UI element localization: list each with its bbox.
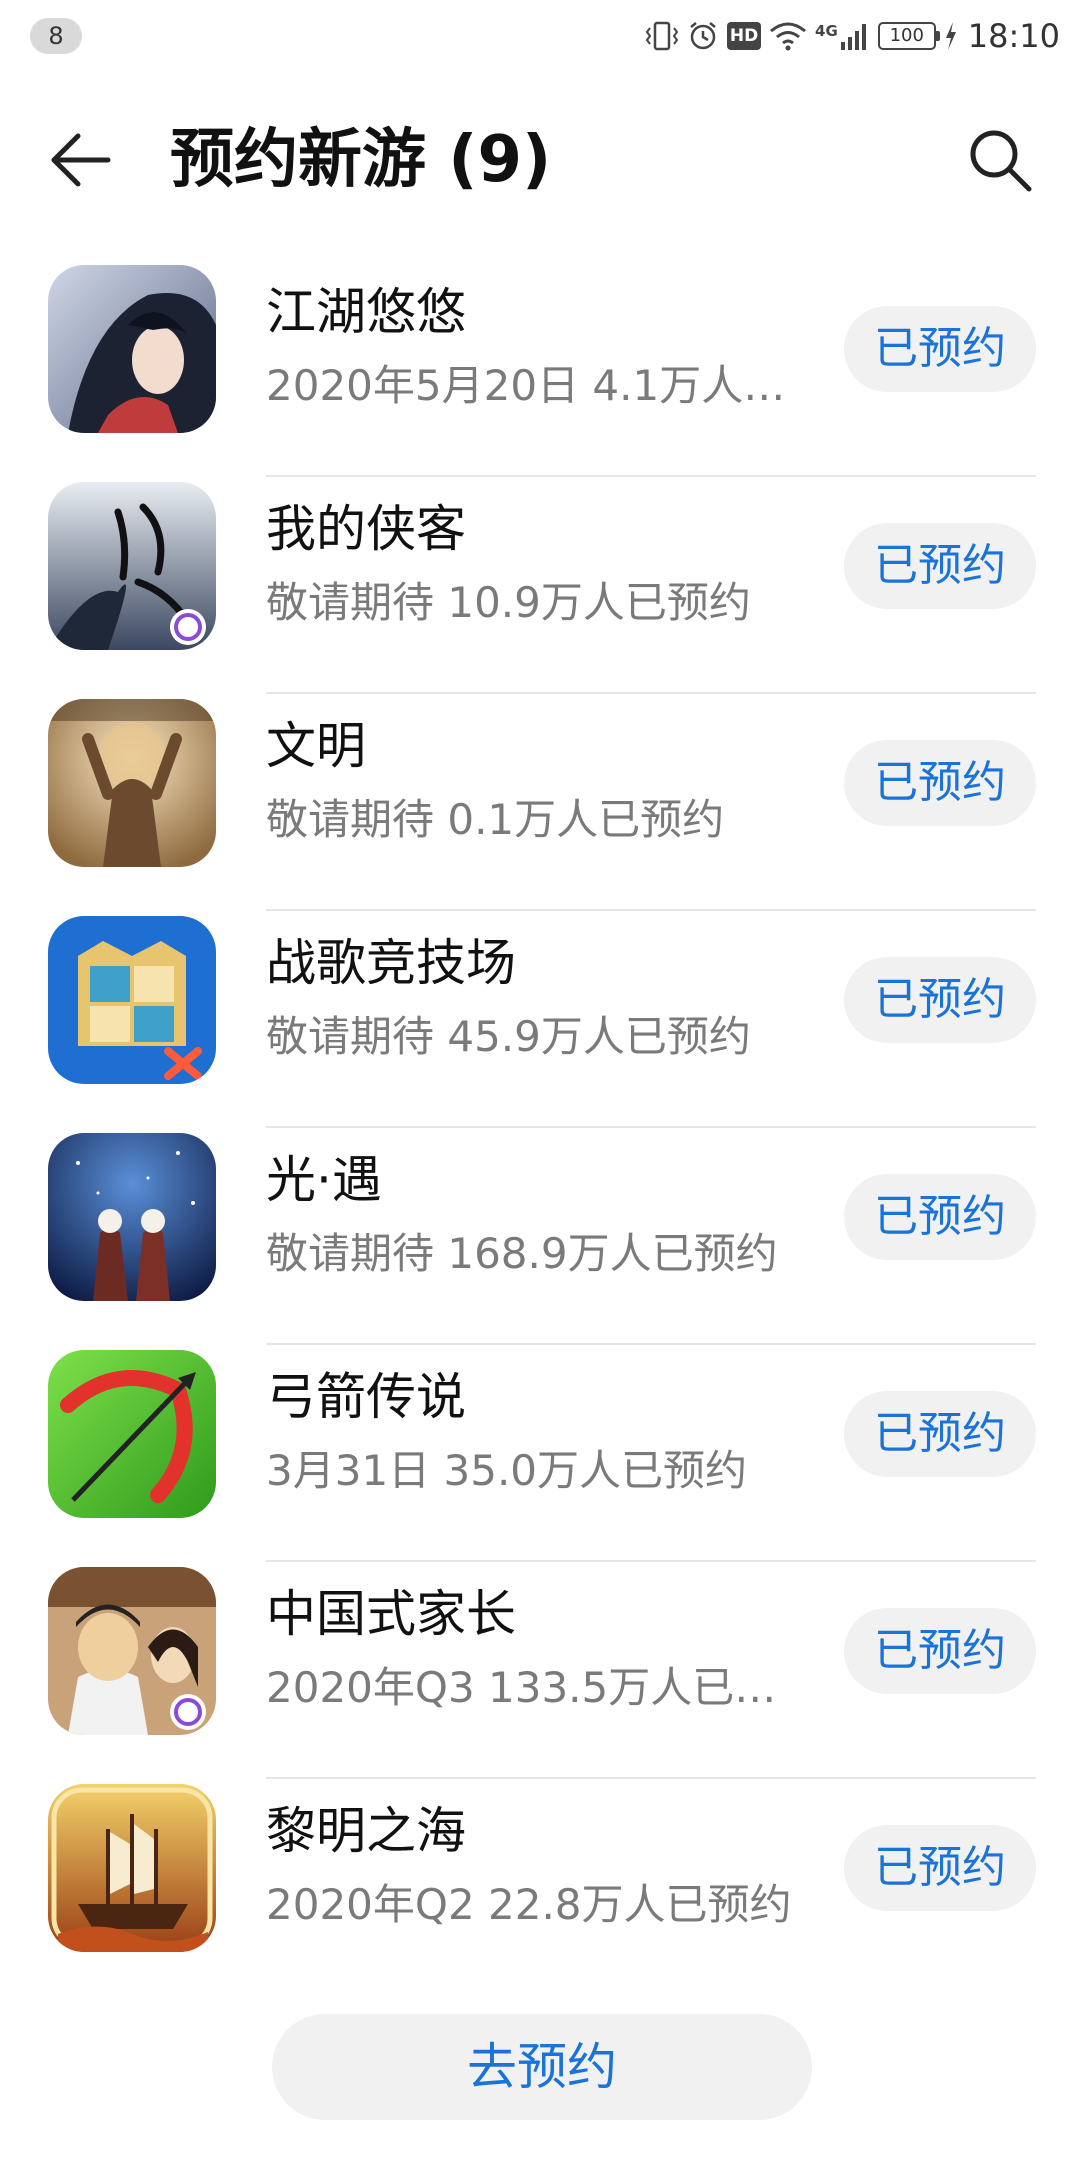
- vibrate-icon: [645, 20, 679, 52]
- zhange-jingjichang-app-icon[interactable]: [48, 916, 216, 1084]
- reserved-button[interactable]: 已预约: [844, 523, 1036, 609]
- game-meta: 敬请期待 168.9万人已预约: [266, 1229, 778, 1278]
- game-name: 光·遇: [266, 1151, 382, 1209]
- game-name: 黎明之海: [266, 1802, 466, 1860]
- wode-xiake-app-icon[interactable]: [48, 482, 216, 650]
- signal-icon: 4G: [815, 22, 870, 50]
- reserved-button[interactable]: 已预约: [844, 1608, 1036, 1694]
- game-meta: 敬请期待 0.1万人已预约: [266, 795, 725, 844]
- reserved-button[interactable]: 已预约: [844, 306, 1036, 392]
- app-root: 8 HD 4G 100 18:10 预约新游 (9) 江湖悠悠 2020年5月2…: [0, 0, 1080, 2160]
- status-time: 18:10: [967, 17, 1060, 55]
- game-list-item[interactable]: 黎明之海 2020年Q2 22.8万人已预约 已预约: [0, 1779, 1080, 1996]
- status-bar: 8 HD 4G 100 18:10: [0, 0, 1080, 72]
- game-meta: 2020年5月20日 4.1万人已预约: [266, 361, 806, 410]
- game-name: 战歌竞技场: [266, 934, 516, 992]
- reserved-button[interactable]: 已预约: [844, 957, 1036, 1043]
- wifi-icon: [769, 21, 807, 51]
- game-list-item[interactable]: 文明 敬请期待 0.1万人已预约 已预约: [0, 694, 1080, 911]
- game-list-item[interactable]: 光·遇 敬请期待 168.9万人已预约 已预约: [0, 1128, 1080, 1345]
- status-icons: HD 4G 100 18:10: [645, 12, 1060, 60]
- jianghu-youyou-app-icon[interactable]: [48, 265, 216, 433]
- game-list-item[interactable]: 中国式家长 2020年Q3 133.5万人已预约 已预约: [0, 1562, 1080, 1779]
- page-header: 预约新游 (9): [0, 90, 1080, 230]
- reserved-button[interactable]: 已预约: [844, 1825, 1036, 1911]
- reserved-button[interactable]: 已预约: [844, 740, 1036, 826]
- hd-icon: HD: [727, 22, 762, 50]
- arrow-left-icon: [51, 133, 111, 187]
- archero-app-icon[interactable]: [48, 1350, 216, 1518]
- sea-of-dawn-app-icon[interactable]: [48, 1784, 216, 1952]
- charging-icon: [944, 21, 958, 51]
- game-list-item[interactable]: 战歌竞技场 敬请期待 45.9万人已预约 已预约: [0, 911, 1080, 1128]
- game-meta: 敬请期待 10.9万人已预约: [266, 578, 751, 627]
- network-type-label: 4G: [815, 22, 838, 40]
- search-button[interactable]: [960, 120, 1040, 200]
- game-meta: 敬请期待 45.9万人已预约: [266, 1012, 751, 1061]
- game-name: 文明: [266, 717, 366, 775]
- game-list-item[interactable]: 我的侠客 敬请期待 10.9万人已预约 已预约: [0, 477, 1080, 694]
- game-name: 弓箭传说: [266, 1368, 466, 1426]
- game-list: 江湖悠悠 2020年5月20日 4.1万人已预约 已预约: [0, 260, 1080, 1996]
- chinese-parents-app-icon[interactable]: [48, 1567, 216, 1735]
- game-list-item[interactable]: 弓箭传说 3月31日 35.0万人已预约 已预约: [0, 1345, 1080, 1562]
- go-reserve-button[interactable]: 去预约: [272, 2014, 812, 2120]
- reserved-button[interactable]: 已预约: [844, 1174, 1036, 1260]
- battery-icon: 100: [877, 22, 940, 50]
- game-meta: 2020年Q2 22.8万人已预约: [266, 1880, 792, 1929]
- search-icon: [970, 130, 1032, 192]
- back-button[interactable]: [40, 120, 120, 200]
- notification-count-badge: 8: [30, 18, 82, 54]
- game-name: 我的侠客: [266, 500, 466, 558]
- game-name: 江湖悠悠: [266, 283, 466, 341]
- game-meta: 3月31日 35.0万人已预约: [266, 1446, 748, 1495]
- civilization-app-icon[interactable]: [48, 699, 216, 867]
- game-name: 中国式家长: [266, 1585, 516, 1643]
- sky-app-icon[interactable]: [48, 1133, 216, 1301]
- game-meta: 2020年Q3 133.5万人已预约: [266, 1663, 806, 1712]
- game-list-item[interactable]: 江湖悠悠 2020年5月20日 4.1万人已预约 已预约: [0, 260, 1080, 477]
- reserved-button[interactable]: 已预约: [844, 1391, 1036, 1477]
- page-title: 预约新游 (9): [170, 123, 552, 197]
- alarm-icon: [687, 20, 719, 52]
